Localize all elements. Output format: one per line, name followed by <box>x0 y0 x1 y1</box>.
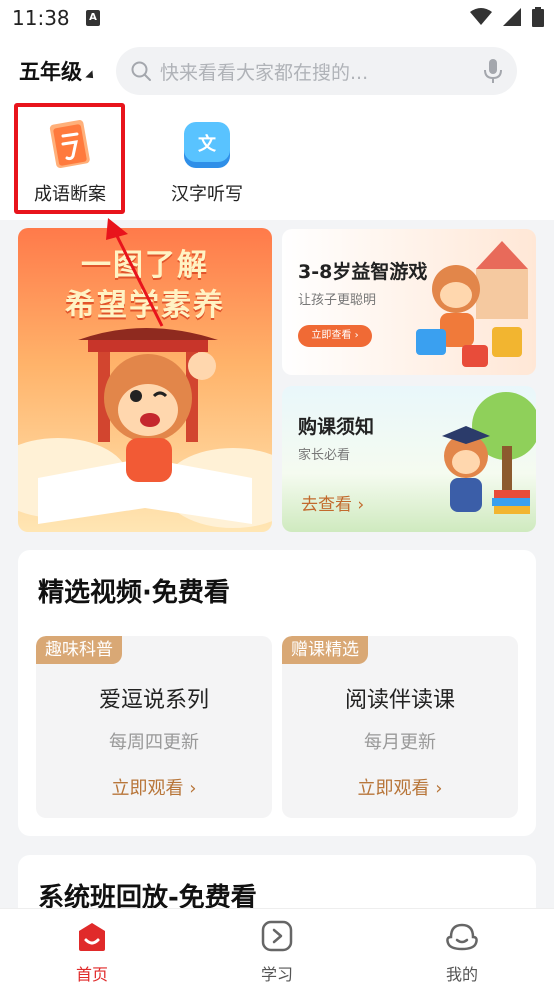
monkey-blocks-illustration <box>416 241 528 367</box>
video-update-schedule: 每周四更新 <box>109 732 199 753</box>
status-icons <box>464 6 544 30</box>
annotation-arrow-icon <box>106 218 164 327</box>
svg-text:文: 文 <box>198 133 217 155</box>
signal-icon <box>502 7 521 26</box>
watch-now-link[interactable]: 立即观看 › <box>36 774 272 800</box>
nav-profile[interactable]: 我的 <box>412 919 512 984</box>
home-icon <box>79 923 105 951</box>
nav-label: 我的 <box>445 965 478 984</box>
nav-label: 学习 <box>260 965 293 984</box>
microphone-icon[interactable] <box>483 58 503 84</box>
video-item-reading[interactable]: 赠课精选 阅读伴读课 每月更新 立即观看 › <box>282 636 518 818</box>
view-now-button[interactable]: 立即查看 › <box>298 325 372 347</box>
promo-subtitle: 家长必看 <box>298 448 351 463</box>
nav-study[interactable]: 学习 <box>227 919 327 984</box>
promo-card-purchase-notice[interactable]: 购课须知 家长必看 去查看 › <box>282 386 536 532</box>
annotation-highlight-box <box>14 103 125 214</box>
search-input[interactable]: 快来看看大家都在搜的... <box>160 58 483 85</box>
section-title: 精选视频·免费看 <box>38 578 230 608</box>
video-item-science[interactable]: 趣味科普 爱逗说系列 每周四更新 立即观看 › <box>36 636 272 818</box>
status-bar: 11:38 A <box>0 0 554 38</box>
notification-icon: A <box>86 10 100 26</box>
video-update-schedule: 每月更新 <box>364 732 436 753</box>
profile-icon <box>446 923 478 951</box>
bottom-navigation: 首页 学习 我的 <box>0 908 554 984</box>
study-play-icon <box>261 920 293 952</box>
search-bar[interactable]: 快来看看大家都在搜的... <box>116 47 517 95</box>
watch-now-link[interactable]: 立即观看 › <box>282 774 518 800</box>
nav-label: 首页 <box>75 965 108 984</box>
shortcut-label: 汉字听写 <box>171 184 243 205</box>
go-view-link[interactable]: 去查看 › <box>301 490 364 515</box>
caret-down-icon <box>85 70 97 82</box>
shortcut-chinese-dictation[interactable]: 文 汉字听写 <box>152 112 262 212</box>
video-title: 爱逗说系列 <box>98 688 209 713</box>
grade-label: 五年级 <box>19 60 82 84</box>
nav-home[interactable]: 首页 <box>42 919 142 984</box>
video-title: 阅读伴读课 <box>344 688 455 713</box>
status-time: 11:38 <box>12 6 70 30</box>
promo-title: 购课须知 <box>298 416 375 438</box>
video-tag: 赠课精选 <box>282 636 368 664</box>
featured-videos-section: 精选视频·免费看 趣味科普 爱逗说系列 每周四更新 立即观看 › 赠课精选 阅读… <box>18 550 536 836</box>
battery-icon <box>532 6 544 27</box>
monkey-teacher-illustration <box>442 392 536 514</box>
wifi-icon <box>469 7 492 25</box>
grade-selector[interactable]: 五年级 <box>19 54 97 88</box>
search-icon <box>131 61 151 81</box>
promo-subtitle: 让孩子更聪明 <box>298 293 377 308</box>
video-tag: 趣味科普 <box>36 636 122 664</box>
promo-card-puzzle-games[interactable]: 3-8岁益智游戏 让孩子更聪明 立即查看 › <box>282 229 536 375</box>
chinese-character-icon: 文 <box>180 118 234 172</box>
